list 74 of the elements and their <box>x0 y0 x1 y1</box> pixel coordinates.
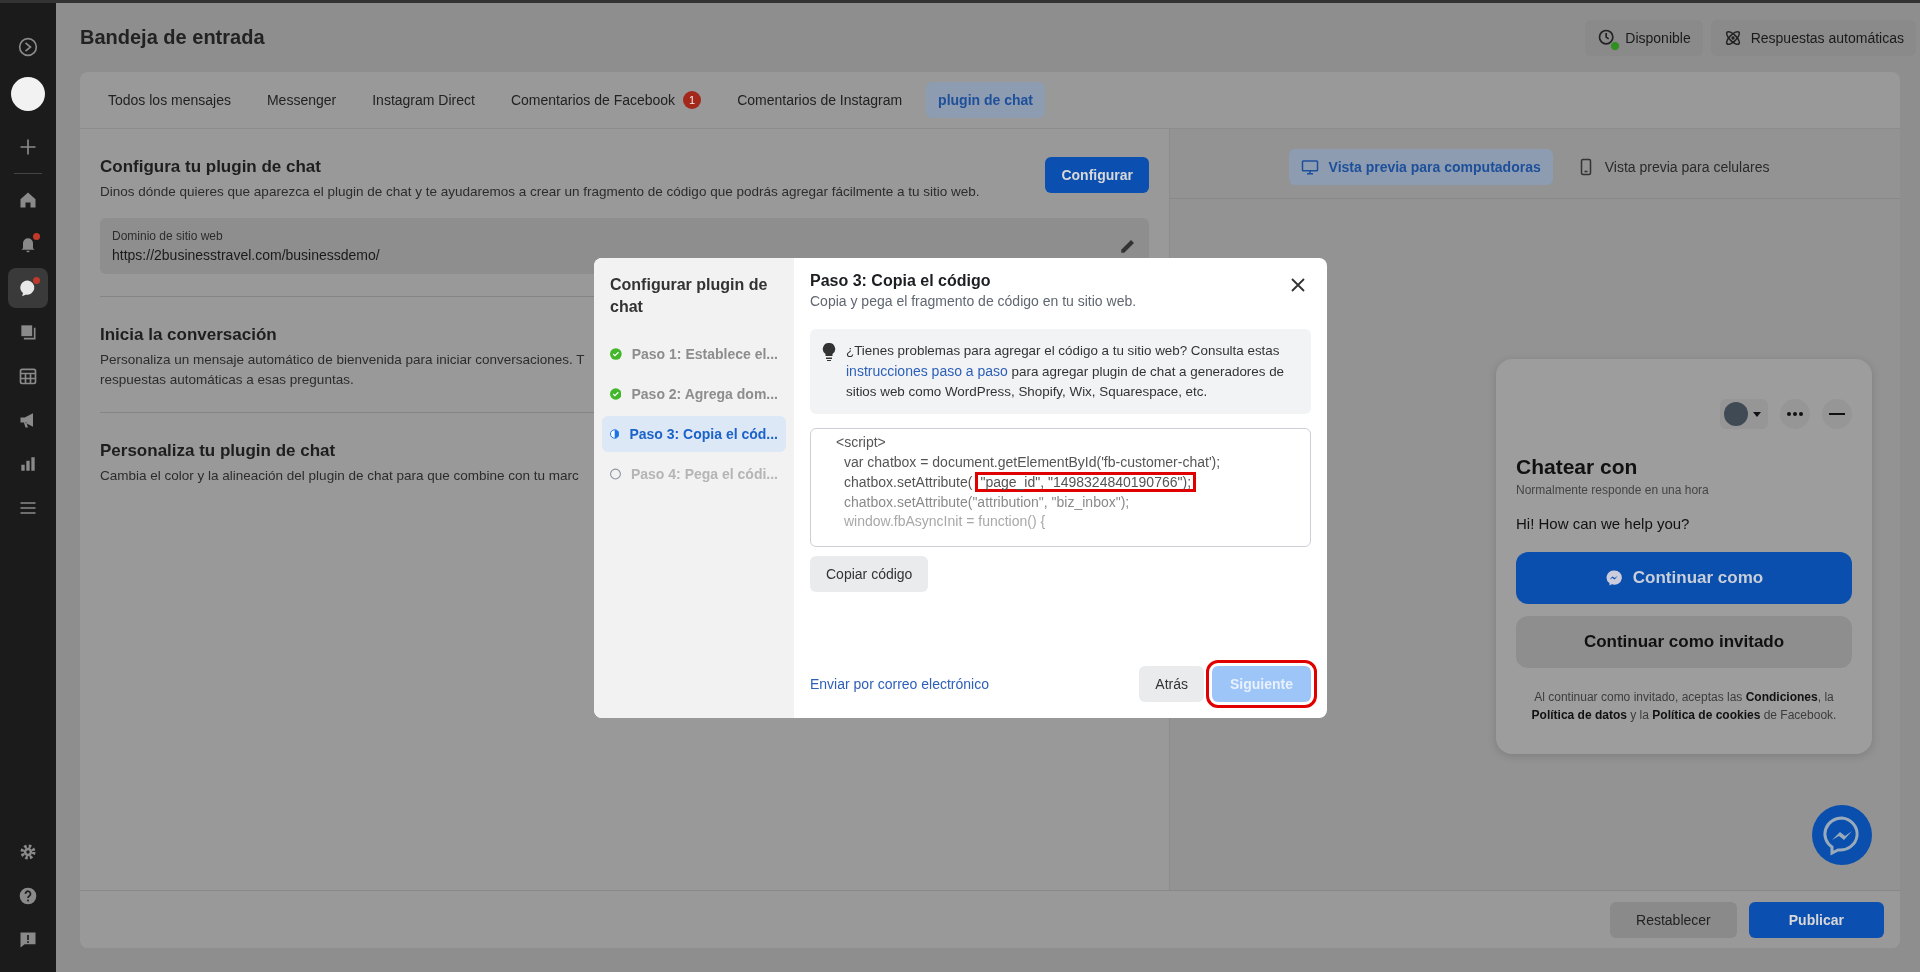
dialog-subtitle: Copia y pega el fragmento de código en tu sitio web. <box>810 293 1137 309</box>
code-line: <script> <box>836 433 887 452</box>
code-line: chatbox.setAttribute( "page_id", "1498324840190766"); <box>836 472 1285 493</box>
widget-title: Chatear con <box>1516 455 1639 479</box>
preview-tab[interactable]: Vista previa para celulares <box>1564 149 1782 185</box>
section-title: Personaliza tu plugin de chat <box>100 441 336 461</box>
guest-button[interactable]: Continuar como invitado <box>1516 616 1852 668</box>
response-time: Normalmente responde en una hora <box>1516 483 1710 497</box>
section-title: Inicia la conversación <box>100 325 277 345</box>
terms-notice: Al continuar como invitado, aceptas las Condiciones, la Política de datos y la Política de cookies de Facebook. <box>1530 689 1838 724</box>
calendar-icon <box>18 366 38 386</box>
tab[interactable]: Comentarios de Instagram <box>725 82 915 118</box>
pages-icon <box>18 322 38 342</box>
section-description: Cambia el color y la alineación del plugin de chat para que combine con tu marc <box>100 467 579 485</box>
notification-dot <box>33 233 40 240</box>
minimize-icon <box>1829 413 1845 415</box>
plus-icon <box>18 137 38 157</box>
avatar <box>1724 402 1748 426</box>
greeting-message: Hi! How can we help you? <box>1516 515 1691 532</box>
settings-icon <box>18 842 38 862</box>
caret-icon <box>1752 409 1762 419</box>
section-title: Configura tu plugin de chat <box>100 157 321 177</box>
count-badge: 1 <box>683 91 702 109</box>
tab[interactable]: plugin de chat <box>926 82 1045 118</box>
code-line: window.fbAsyncInit = function() { <box>843 512 1047 531</box>
notification-dot <box>33 277 40 284</box>
home-icon <box>18 190 38 210</box>
close-icon[interactable] <box>1291 278 1305 292</box>
feedback-icon <box>18 930 38 950</box>
instructions-link[interactable]: instrucciones paso a paso <box>846 363 1008 379</box>
sidebar-item[interactable] <box>8 268 48 308</box>
dialog-title: Paso 3: Copia el código <box>810 272 992 290</box>
messenger-icon <box>1604 569 1623 587</box>
auto-reply-button[interactable]: Respuestas automáticas <box>1710 19 1916 56</box>
help-text: ¿Tienes problemas para agregar el código a tu sitio web? Consulta estas instrucciones paso a paso para agregar plugin de chat a generadores de sitios web como WordPress, Shopify, Wix, Squarespace, etc. <box>846 342 1286 401</box>
status-button[interactable]: Disponible <box>1585 19 1703 56</box>
field-label: Dominio de sitio web <box>112 229 224 243</box>
step-item[interactable]: Paso 3: Copia el cód... <box>602 416 786 452</box>
field-value: https://2businesstravel.com/businessdemo/ <box>112 247 380 263</box>
avatar[interactable] <box>11 77 45 111</box>
more-icon <box>1787 412 1803 416</box>
code-line: chatbox.setAttribute("attribution", "biz_inbox"); <box>843 492 1131 512</box>
more-button[interactable] <box>1780 399 1810 429</box>
preview-tab[interactable]: Vista previa para computadoras <box>1288 149 1553 185</box>
minimize-button[interactable] <box>1822 399 1852 429</box>
page-switcher[interactable] <box>1720 399 1768 429</box>
tab[interactable]: Todos los mensajes <box>96 82 243 118</box>
help-icon <box>18 886 38 906</box>
bar-chart-icon <box>18 454 38 474</box>
lightbulb-icon <box>822 343 836 361</box>
messenger-icon[interactable] <box>1812 805 1872 865</box>
pencil-icon[interactable] <box>1119 237 1137 255</box>
step-item[interactable]: Paso 2: Agrega dom... <box>602 376 786 412</box>
page-title: Bandeja de entrada <box>80 26 265 49</box>
tab[interactable]: Messenger <box>254 82 349 118</box>
publish-button[interactable]: Publicar <box>1748 901 1884 938</box>
step-item[interactable]: Paso 1: Establece el... <box>602 336 786 372</box>
section-description: Personaliza un mensaje automático de bienvenida para iniciar conversaciones. T <box>100 351 585 369</box>
tab[interactable]: Comentarios de Facebook 1 <box>498 82 714 118</box>
back-button[interactable]: Atrás <box>1139 666 1204 702</box>
logo-icon <box>18 37 38 57</box>
code-box[interactable] <box>810 428 1311 547</box>
email-link[interactable]: Enviar por correo electrónico <box>810 676 989 692</box>
copy-code-button[interactable]: Copiar código <box>810 556 929 592</box>
dialog-sidebar-title: Configurar plugin de chat <box>609 275 769 317</box>
highlight-frame: "page_id", "1498324840190766"); <box>975 472 1197 492</box>
section-description: respuestas automáticas a esas preguntas. <box>100 371 354 389</box>
monitor-icon <box>1300 158 1319 176</box>
code-line: var chatbox = document.getElementById('fb-customer-chat'); <box>843 452 1222 472</box>
configure-button[interactable]: Configurar <box>1045 157 1149 193</box>
continue-button[interactable]: Continuar como <box>1516 552 1852 604</box>
section-description: Dinos dónde quieres que aparezca el plugin de chat y te ayudaremos a crear un fragmento de código que podrás agregar fácilmente a tu sitio web. <box>100 183 980 201</box>
reset-button[interactable]: Restablecer <box>1610 901 1737 938</box>
tab[interactable]: Instagram Direct <box>360 82 487 118</box>
